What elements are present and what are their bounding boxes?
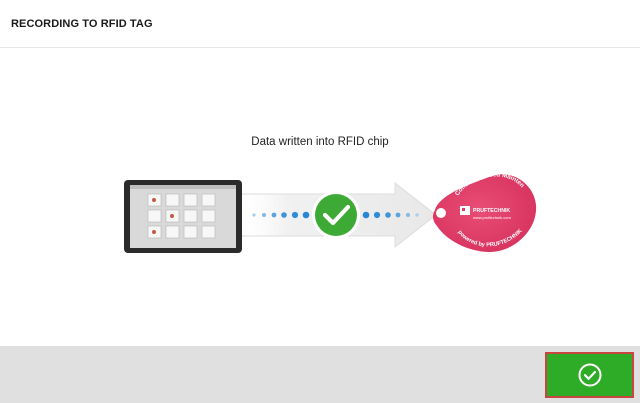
checkmark-icon — [312, 191, 360, 239]
tag-text-top: Condition based Maintenance — [0, 0, 526, 197]
tag-brand: PRUFTECHNIK — [473, 208, 510, 214]
tag-url: www.pruftechnik.com — [473, 215, 511, 220]
svg-text:Condition based Maintenance: Condition based Maintenance — [0, 0, 526, 197]
rfid-transfer-illustration: Condition based Maintenance powered by P… — [0, 0, 537, 253]
footer-bar — [0, 346, 640, 403]
check-circle-icon — [578, 363, 601, 387]
tablet-icon — [124, 180, 242, 253]
confirm-button[interactable] — [545, 352, 634, 398]
